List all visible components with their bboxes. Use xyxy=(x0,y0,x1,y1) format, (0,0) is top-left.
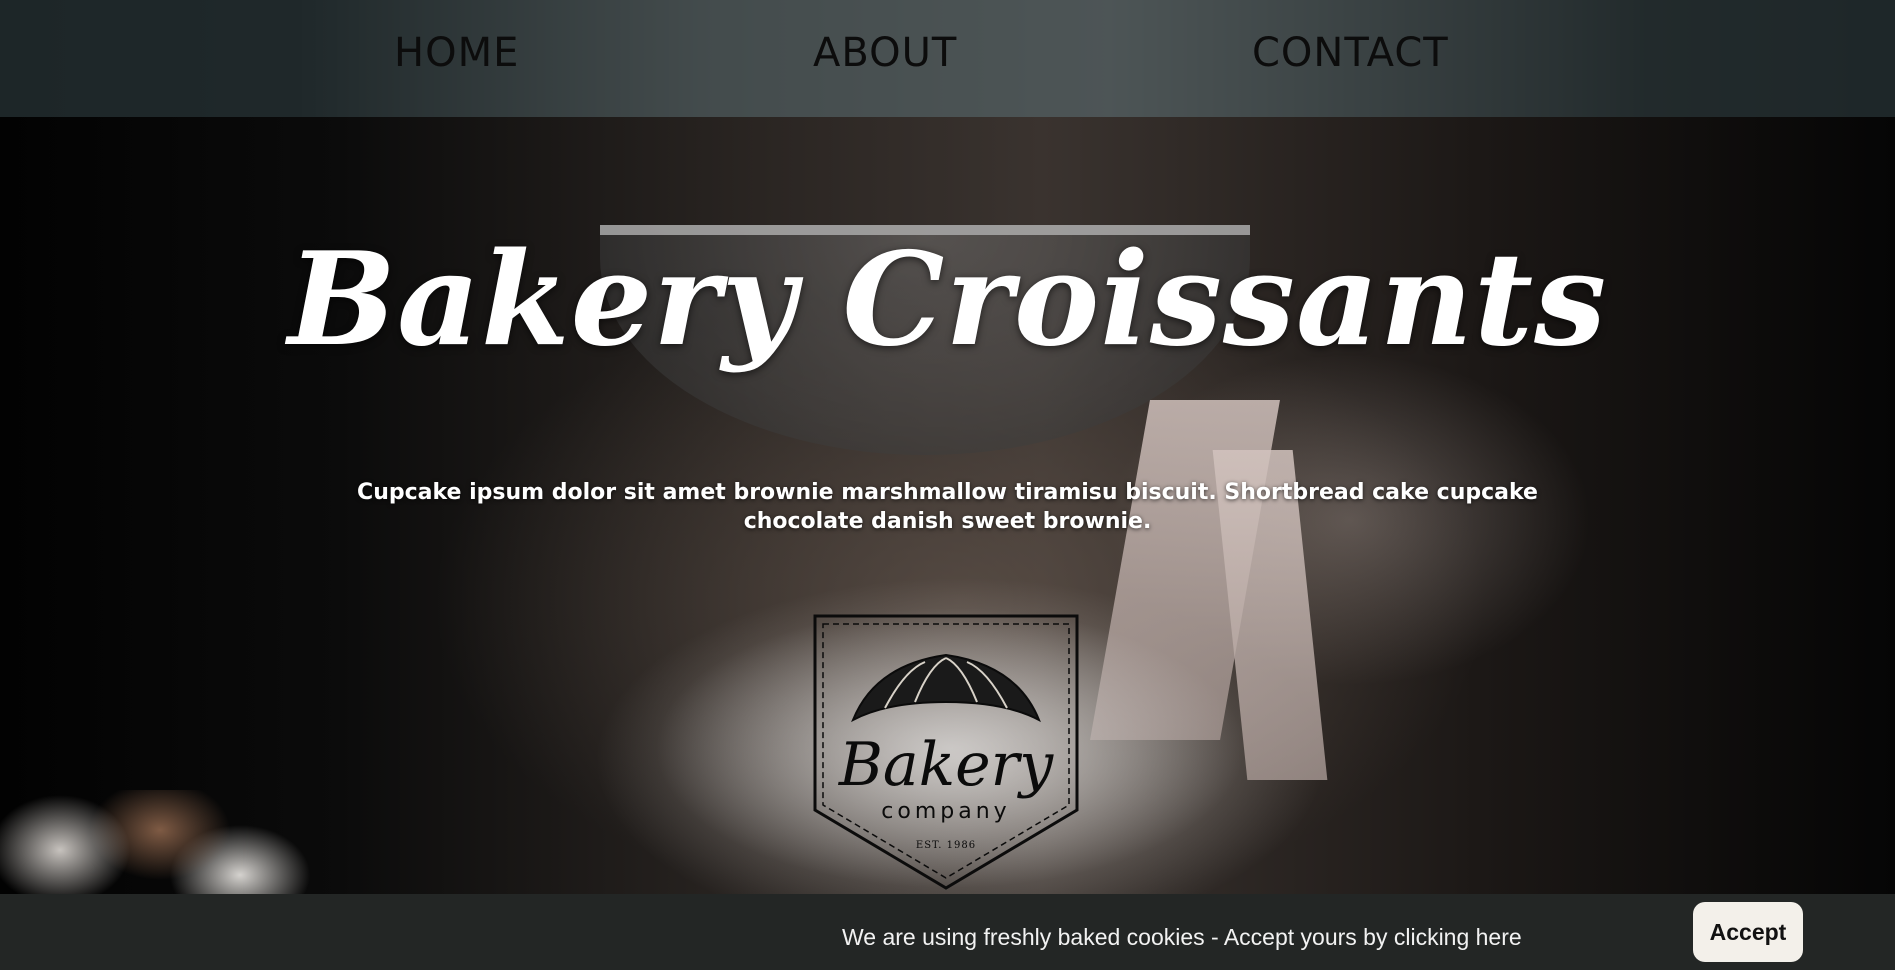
croissant-icon xyxy=(851,653,1041,723)
logo-sub-text: company xyxy=(881,799,1010,824)
hero-title: Bakery Croissants xyxy=(287,225,1608,375)
hero-description: Cupcake ipsum dolor sit amet brownie mar… xyxy=(357,480,1538,534)
nav-contact-link[interactable]: CONTACT xyxy=(1252,30,1449,76)
logo-main-text: Bakery xyxy=(838,730,1054,800)
accept-cookies-button[interactable]: Accept xyxy=(1693,902,1803,962)
top-navbar: HOME ABOUT CONTACT xyxy=(0,0,1895,117)
bakery-logo-svg: Bakery company EST. 1986 xyxy=(813,614,1079,890)
cookie-banner-message: We are using freshly baked cookies - Acc… xyxy=(842,924,1522,950)
logo-est-text: EST. 1986 xyxy=(916,840,976,851)
bakery-logo: Bakery company EST. 1986 xyxy=(805,610,1087,895)
nav-home-link[interactable]: HOME xyxy=(394,30,519,76)
page: HOME ABOUT CONTACT Bakery Croissants Cup… xyxy=(0,0,1895,970)
nav-about-link[interactable]: ABOUT xyxy=(813,30,957,76)
eggs-shape xyxy=(0,790,330,900)
